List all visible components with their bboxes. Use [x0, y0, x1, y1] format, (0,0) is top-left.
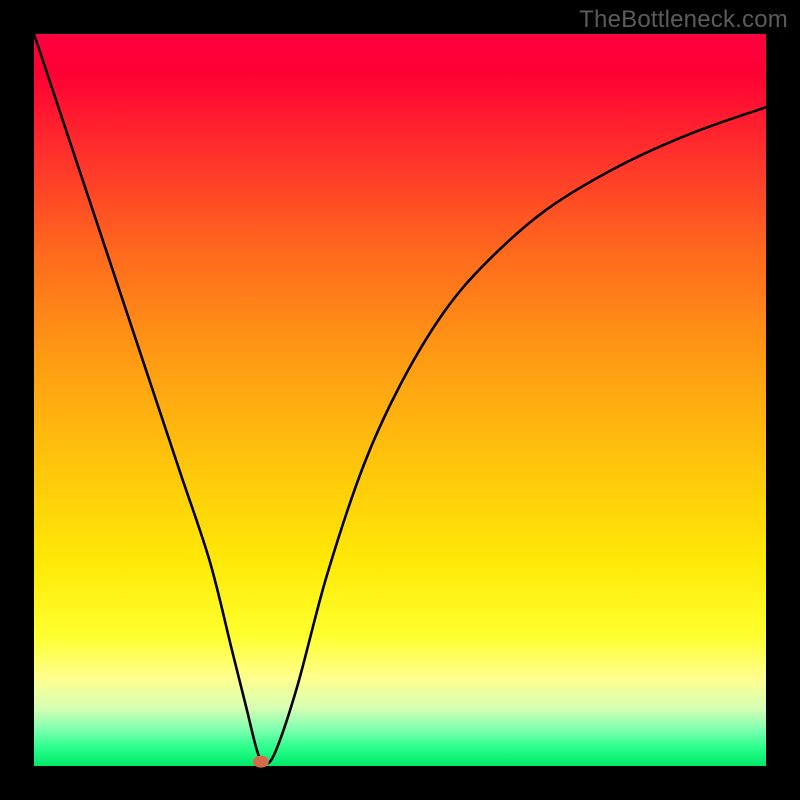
- watermark-text: TheBottleneck.com: [579, 6, 788, 34]
- chart-svg: [34, 34, 766, 766]
- curve-line: [34, 34, 766, 764]
- plot-area: [34, 34, 766, 766]
- chart-container: TheBottleneck.com: [0, 0, 800, 800]
- curve-minimum-marker: [253, 756, 269, 768]
